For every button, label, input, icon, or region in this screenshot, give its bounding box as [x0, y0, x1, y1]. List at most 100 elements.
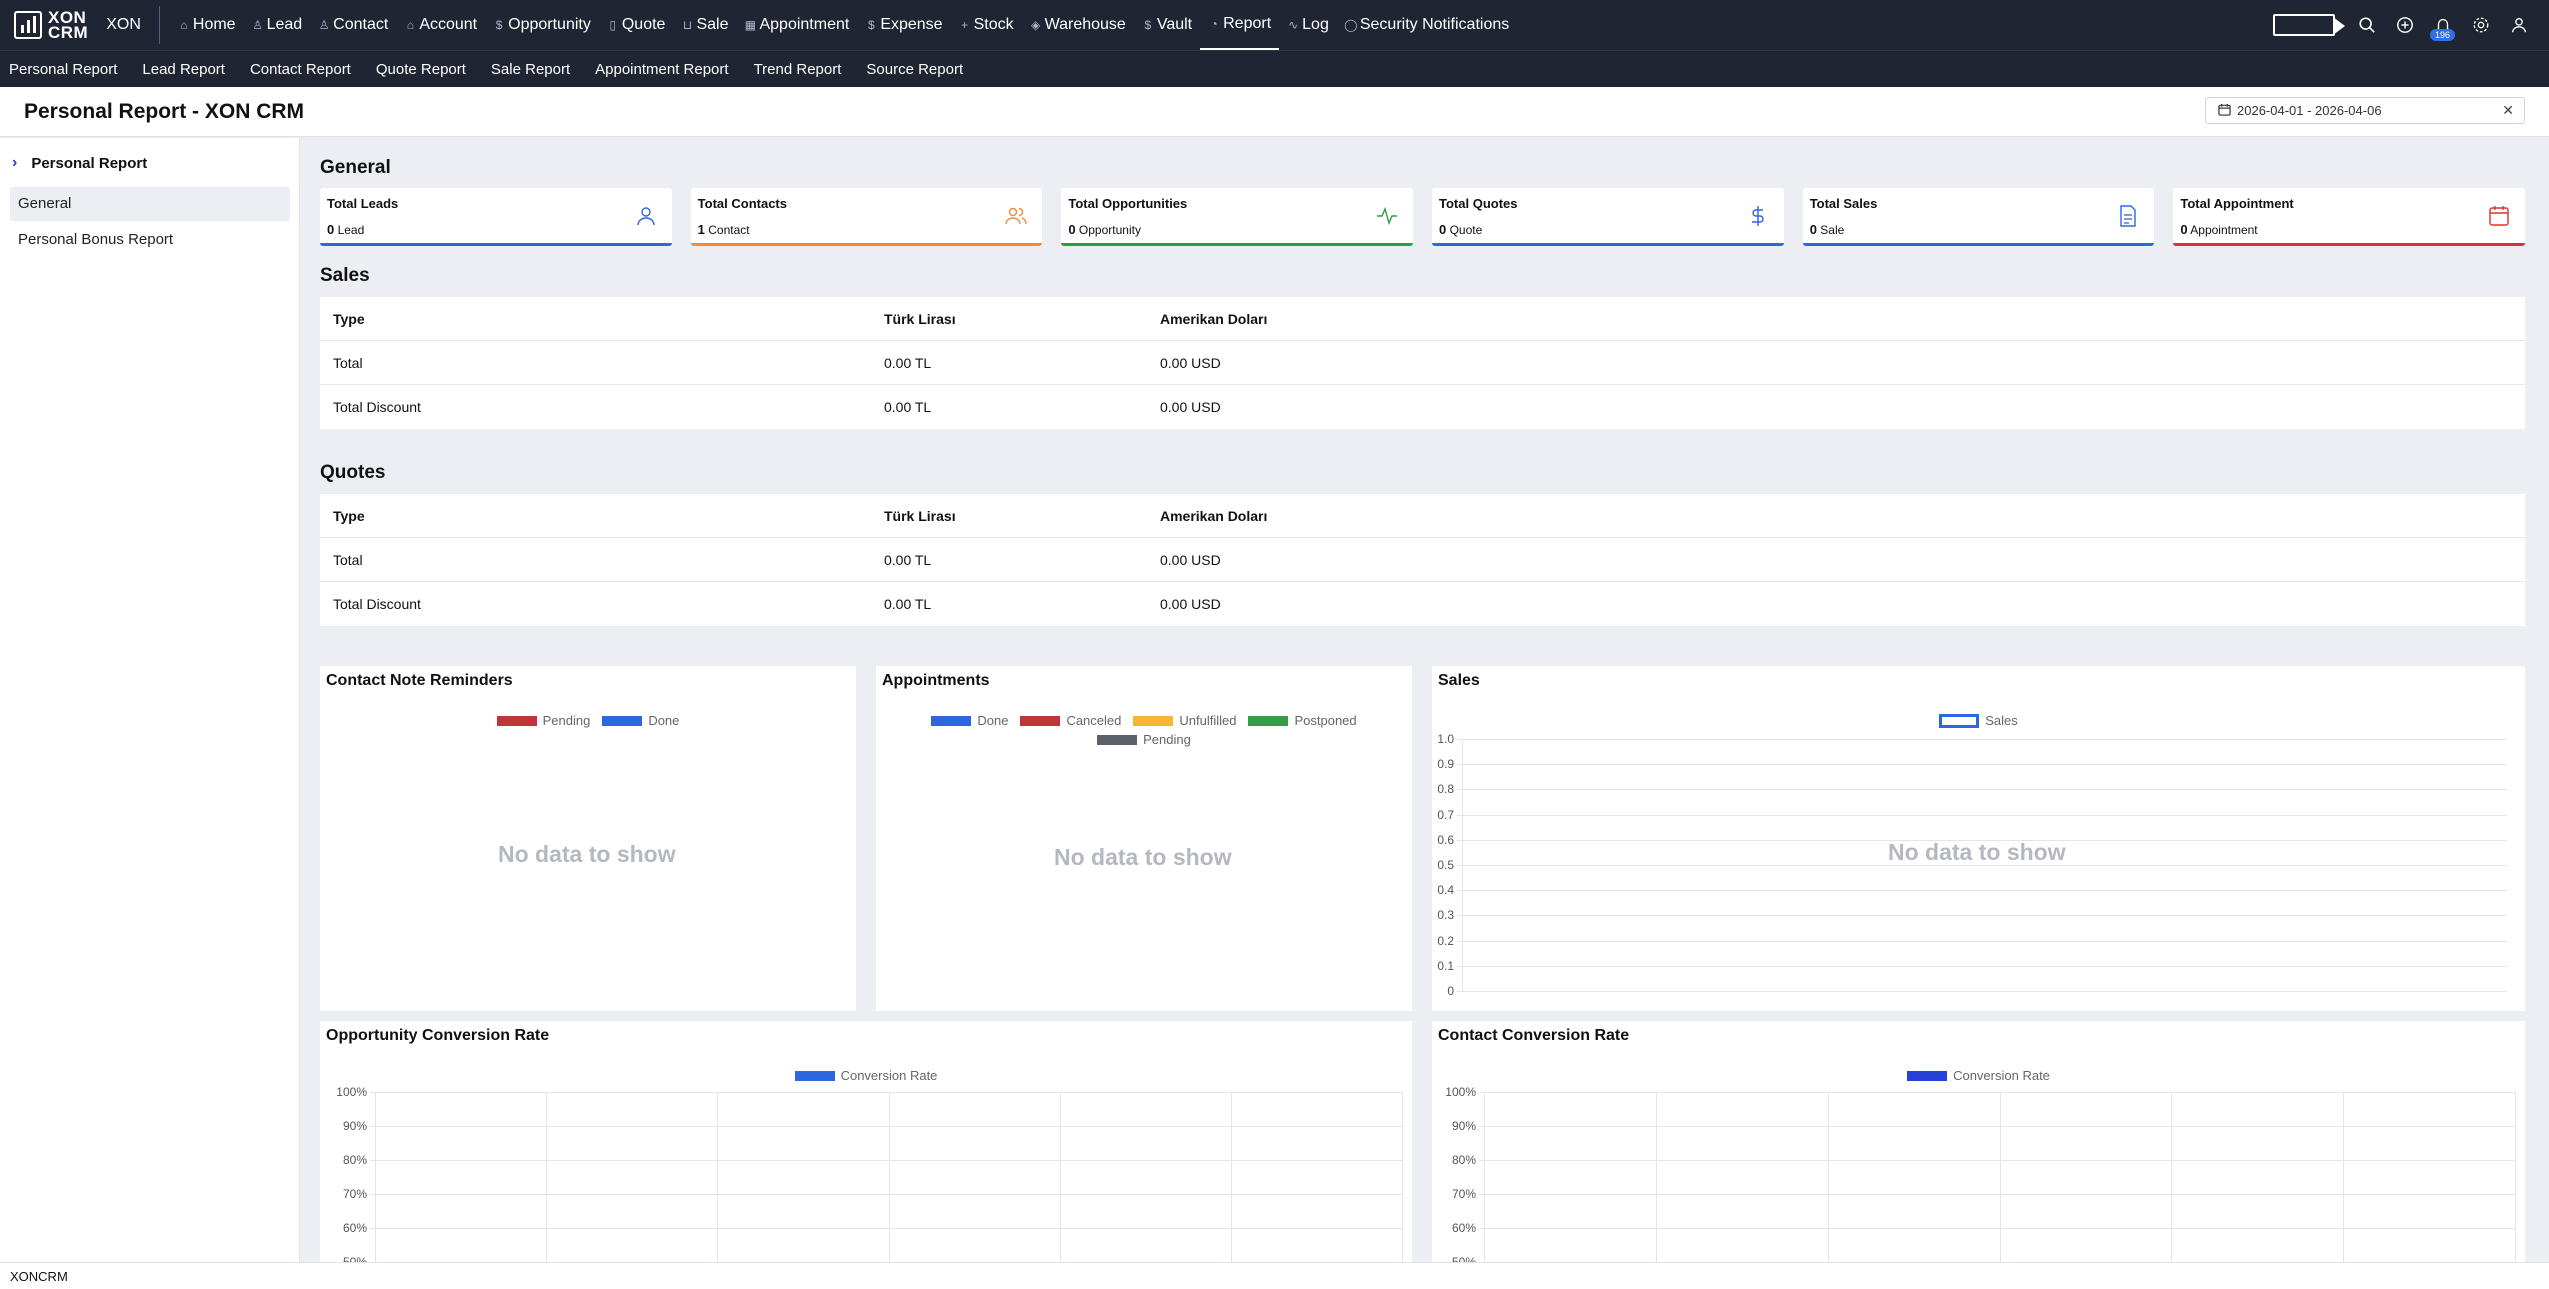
total-leads-card[interactable]: Total Leads 0 Lead — [320, 188, 672, 246]
search-icon[interactable] — [2357, 15, 2377, 35]
y-axis-tick-label: 80% — [342, 1153, 367, 1167]
card-label: Total Appointment — [2180, 196, 2294, 211]
nav-item-account[interactable]: ⌂ Account — [396, 0, 485, 50]
legend-item-sales[interactable]: Sales — [1939, 713, 2018, 728]
legend-swatch — [1097, 734, 1138, 745]
app-logo[interactable]: XON CRM — [14, 7, 88, 43]
page-title: Personal Report - XON CRM — [24, 100, 305, 123]
subnav-item-lead-report[interactable]: Lead Report — [142, 61, 225, 78]
battery-icon[interactable] — [2273, 14, 2345, 36]
legend-item-conversion-rate[interactable]: Conversion Rate — [1907, 1068, 2050, 1083]
legend-swatch — [931, 715, 972, 726]
table-cell: Total Discount — [333, 399, 421, 415]
calendar-icon — [2218, 103, 2231, 119]
legend-item-postponed[interactable]: Postponed — [1248, 713, 1357, 728]
table-header-row: Type Türk Lirası Amerikan Doları — [320, 297, 2525, 341]
card-count: 0 — [1809, 222, 1817, 237]
y-axis-tick-label: 0.3 — [1437, 908, 1454, 923]
nav-item-label: Vault — [1156, 16, 1193, 33]
legend-item-unfulfilled[interactable]: Unfulfilled — [1133, 713, 1236, 728]
legend-label: Postponed — [1294, 713, 1357, 728]
warehouse-icon: ◈ — [1030, 18, 1041, 32]
summary-cards: Total Leads 0 Lead Total Contacts 1 Contact… — [320, 188, 2526, 246]
date-range-picker[interactable]: 2026-04-01 - 2026-04-06 ✕ — [2205, 97, 2525, 124]
subnav-item-source-report[interactable]: Source Report — [866, 61, 963, 78]
grid-line — [1479, 1160, 2515, 1161]
general-section-title: General — [320, 157, 391, 178]
sales-chart-legend: Sales — [1432, 713, 2525, 728]
nav-item-label: Stock — [973, 16, 1014, 33]
grid-line-vertical — [2171, 1092, 2173, 1262]
grid-line — [1479, 1126, 2515, 1127]
clear-date-close-icon[interactable]: ✕ — [2502, 102, 2514, 119]
nav-item-expense[interactable]: $ Expense — [857, 0, 950, 50]
nav-item-home[interactable]: ⌂ Home — [170, 0, 244, 50]
nav-item-log[interactable]: ∿ Log — [1279, 0, 1337, 50]
grid-line — [1457, 739, 2507, 740]
notification-bell-icon[interactable]: 196 — [2430, 15, 2456, 41]
table-row: Total 0.00 TL 0.00 USD — [320, 341, 2525, 385]
nav-item-warehouse[interactable]: ◈ Warehouse — [1022, 0, 1134, 50]
main-nav: ⌂ Home ♙ Lead ♙ Contact ⌂ Account $ Opportunity ▯ Q… — [170, 0, 1517, 50]
subnav-item-contact-report[interactable]: Contact Report — [250, 61, 351, 78]
nav-item-opportunity[interactable]: $ Opportunity — [485, 0, 599, 50]
nav-item-vault[interactable]: $ Vault — [1134, 0, 1200, 50]
brand-name: XON — [106, 6, 160, 44]
card-value: 0 Sale — [1810, 222, 1845, 237]
table-row: Total Discount 0.00 TL 0.00 USD — [320, 582, 2525, 626]
card-unit: Opportunity — [1078, 223, 1141, 237]
nav-item-security-notifications[interactable]: ◯ Security Notifications — [1337, 0, 1517, 50]
total-opportunities-card[interactable]: Total Opportunities 0 Opportunity — [1061, 188, 1414, 246]
total-quotes-card[interactable]: Total Quotes 0 Quote — [1432, 188, 1784, 246]
notification-count-badge: 196 — [2430, 29, 2456, 41]
nav-item-appointment[interactable]: ▦ Appointment — [736, 0, 857, 50]
contact-conversion-panel: Contact Conversion Rate Conversion Rate … — [1432, 1021, 2525, 1269]
status-text: XONCRM — [10, 1269, 68, 1284]
legend-item-conversion-rate[interactable]: Conversion Rate — [794, 1068, 937, 1083]
nav-item-contact[interactable]: ♙ Contact — [310, 0, 396, 50]
navbar-actions: 196 — [2273, 0, 2529, 50]
total-appointment-card[interactable]: Total Appointment 0 Appointment — [2173, 188, 2526, 246]
total-contacts-card[interactable]: Total Contacts 1 Contact — [690, 188, 1043, 246]
clock-icon: ◔ — [1210, 17, 1218, 31]
nav-item-report[interactable]: ◔ Report — [1200, 0, 1280, 50]
card-label: Total Quotes — [1439, 196, 1518, 211]
table-row: Total 0.00 TL 0.00 USD — [320, 538, 2525, 582]
legend-item-canceled[interactable]: Canceled — [1020, 713, 1121, 728]
nav-item-sale[interactable]: ⊔ Sale — [673, 0, 736, 50]
status-bar: XONCRM — [0, 1262, 2549, 1289]
legend-item-pending[interactable]: Pending — [496, 713, 590, 728]
legend-item-pending[interactable]: Pending — [1097, 732, 1191, 747]
nav-item-stock[interactable]: + Stock — [951, 0, 1022, 50]
table-cell: 0.00 TL — [884, 399, 932, 415]
table-cell: 0.00 USD — [1160, 354, 1221, 371]
user-profile-icon[interactable] — [2509, 15, 2529, 35]
grid-line-vertical — [1059, 1092, 1061, 1262]
grid-line — [1457, 789, 2507, 791]
user-icon — [634, 204, 658, 228]
report-sidebar: › Personal Report General Personal Bonus… — [0, 138, 300, 1262]
legend-item-done[interactable]: Done — [931, 713, 1008, 728]
sidebar-item-general[interactable]: General — [10, 187, 290, 221]
sidebar-header[interactable]: › Personal Report — [12, 154, 147, 172]
nav-item-lead[interactable]: ♙ Lead — [244, 0, 311, 50]
grid-line-vertical — [546, 1092, 548, 1262]
subnav-item-trend-report[interactable]: Trend Report — [754, 61, 842, 78]
add-circle-icon[interactable] — [2395, 15, 2415, 35]
legend-swatch — [496, 715, 537, 726]
sidebar-item-personal-bonus-report[interactable]: Personal Bonus Report — [10, 223, 290, 257]
subnav-item-sale-report[interactable]: Sale Report — [491, 61, 570, 78]
nav-item-quote[interactable]: ▯ Quote — [599, 0, 674, 50]
card-unit: Quote — [1449, 223, 1483, 237]
subnav-item-personal-report[interactable]: Personal Report — [9, 61, 117, 78]
total-sales-card[interactable]: Total Sales 0 Sale — [1802, 188, 2155, 246]
user-icon: ♙ — [252, 18, 263, 32]
grid-line — [1457, 940, 2507, 942]
subnav-item-quote-report[interactable]: Quote Report — [376, 61, 466, 78]
settings-gear-icon[interactable] — [2471, 15, 2491, 35]
subnav-item-appointment-report[interactable]: Appointment Report — [595, 61, 728, 78]
table-cell: 0.00 TL — [884, 596, 932, 612]
grid-line — [1457, 915, 2507, 917]
legend-item-done[interactable]: Done — [602, 713, 679, 728]
grid-line — [370, 1194, 1402, 1195]
